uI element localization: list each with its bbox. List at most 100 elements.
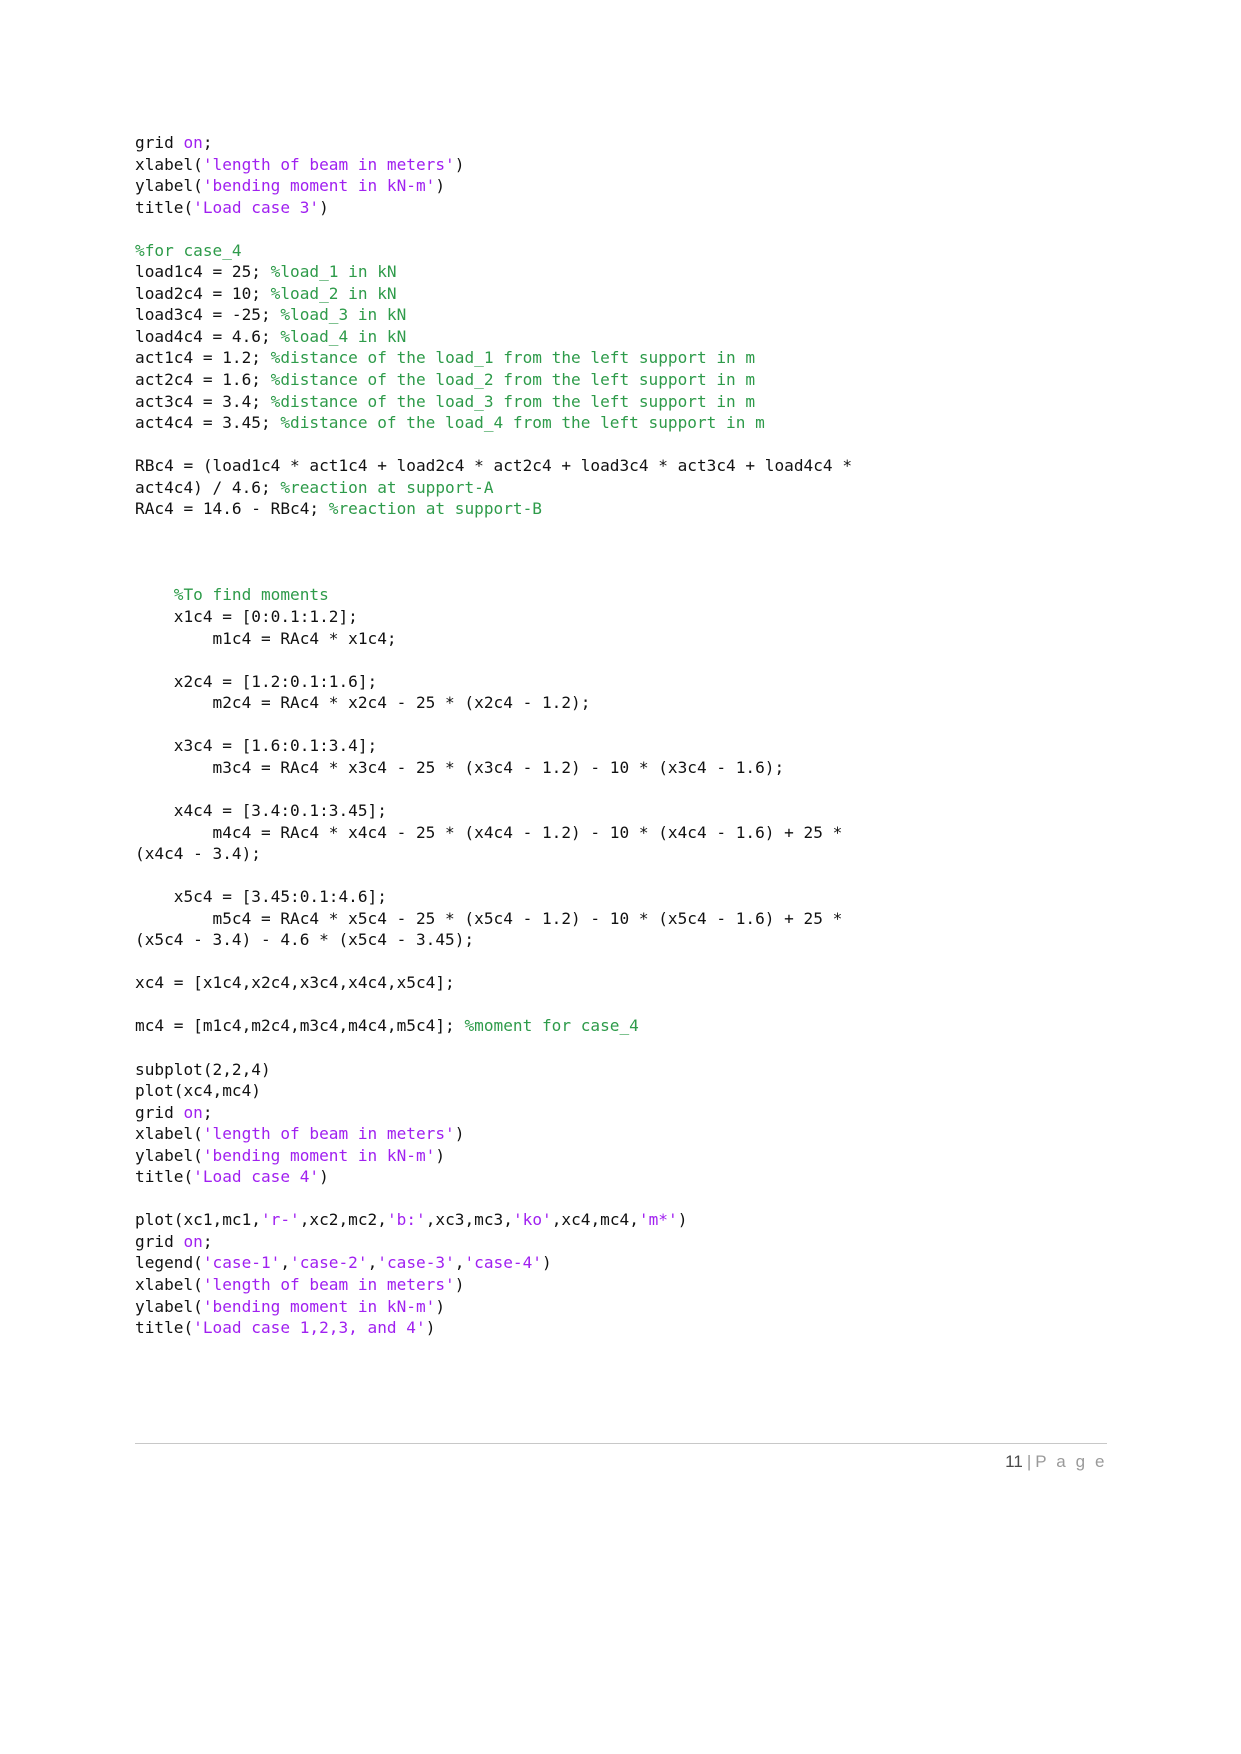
code-token-kw: on	[183, 1231, 203, 1251]
code-token-plain: x3c4 = [1.6:0.1:3.4];	[135, 736, 378, 756]
code-line: xlabel('length of beam in meters')	[135, 1274, 1115, 1296]
code-line: x2c4 = [1.2:0.1:1.6];	[135, 671, 1115, 693]
code-token-plain: title(	[135, 1318, 194, 1338]
code-line: m3c4 = RAc4 * x3c4 - 25 * (x3c4 - 1.2) -…	[135, 757, 1115, 779]
code-token-plain: legend(	[135, 1253, 203, 1273]
code-line: (x4c4 - 3.4);	[135, 843, 1115, 865]
code-token-cmt: %distance of the load_1 from the left su…	[270, 348, 756, 368]
code-token-plain: load4c4 = 4.6;	[135, 326, 281, 346]
code-token-cmt: %load_3 in kN	[280, 305, 407, 325]
code-token-plain: xc4 = [x1c4,x2c4,x3c4,x4c4,x5c4];	[135, 973, 455, 993]
code-token-plain: ,xc3,mc3,	[425, 1210, 513, 1230]
code-token-cmt: %distance of the load_2 from the left su…	[270, 370, 756, 390]
code-token-cmt: %reaction at support-B	[328, 499, 542, 519]
code-token-plain: act4c4 = 3.45;	[135, 413, 281, 433]
code-token-cmt: %load_1 in kN	[270, 262, 397, 282]
code-token-plain: )	[435, 176, 446, 196]
code-token-plain: xlabel(	[135, 154, 203, 174]
code-token-plain: load2c4 = 10;	[135, 283, 271, 303]
code-line: xc4 = [x1c4,x2c4,x3c4,x4c4,x5c4];	[135, 972, 1115, 994]
code-token-plain: plot(xc1,mc1,	[135, 1210, 261, 1230]
code-line: xlabel('length of beam in meters')	[135, 154, 1115, 176]
code-line: %for case_4	[135, 240, 1115, 262]
code-line: act2c4 = 1.6; %distance of the load_2 fr…	[135, 369, 1115, 391]
code-token-plain: )	[454, 1124, 465, 1144]
code-token-str: 'case-3'	[377, 1253, 455, 1273]
code-token-str: 'case-4'	[464, 1253, 542, 1273]
code-line: x1c4 = [0:0.1:1.2];	[135, 606, 1115, 628]
code-token-plain: )	[435, 1296, 446, 1316]
code-token-plain: x1c4 = [0:0.1:1.2];	[135, 607, 358, 627]
code-token-cmt: %To find moments	[135, 585, 329, 605]
code-token-str: 'length of beam in meters'	[202, 154, 455, 174]
code-token-str: 'case-2'	[290, 1253, 368, 1273]
document-page: grid on; xlabel('length of beam in meters…	[0, 0, 1241, 1754]
code-token-plain: ylabel(	[135, 1145, 203, 1165]
code-token-plain: x2c4 = [1.2:0.1:1.6];	[135, 671, 378, 691]
code-line: load2c4 = 10; %load_2 in kN	[135, 283, 1115, 305]
code-line: RAc4 = 14.6 - RBc4; %reaction at support…	[135, 498, 1115, 520]
code-token-plain: m3c4 = RAc4 * x3c4 - 25 * (x3c4 - 1.2) -…	[135, 757, 785, 777]
code-token-plain: )	[542, 1253, 552, 1273]
code-token-plain: )	[454, 1274, 465, 1294]
code-line: x4c4 = [3.4:0.1:3.45];	[135, 800, 1115, 822]
code-token-plain: )	[425, 1318, 436, 1338]
code-token-plain: )	[319, 197, 329, 217]
code-token-plain: act4c4) / 4.6;	[135, 477, 281, 497]
code-token-plain: load1c4 = 25;	[135, 262, 271, 282]
code-line: subplot(2,2,4)	[135, 1059, 1115, 1081]
code-token-plain: RAc4 = 14.6 - RBc4;	[135, 499, 329, 519]
code-token-plain: grid	[135, 133, 184, 152]
code-token-plain: ,xc4,mc4,	[551, 1210, 639, 1230]
code-line: ylabel('bending moment in kN-m')	[135, 1145, 1115, 1167]
code-line: plot(xc1,mc1,'r-',xc2,mc2,'b:',xc3,mc3,'…	[135, 1209, 1115, 1231]
code-token-str: 'Load case 4'	[193, 1167, 320, 1187]
code-token-cmt: %distance of the load_3 from the left su…	[270, 391, 756, 411]
code-line: x5c4 = [3.45:0.1:4.6];	[135, 886, 1115, 908]
code-line: m5c4 = RAc4 * x5c4 - 25 * (x5c4 - 1.2) -…	[135, 908, 1115, 930]
code-token-plain: subplot(2,2,4)	[135, 1059, 271, 1079]
code-token-plain: title(	[135, 197, 194, 217]
code-line: ylabel('bending moment in kN-m')	[135, 1296, 1115, 1318]
code-token-plain: act2c4 = 1.6;	[135, 370, 271, 390]
code-line: RBc4 = (load1c4 * act1c4 + load2c4 * act…	[135, 455, 1115, 477]
code-token-plain: act1c4 = 1.2;	[135, 348, 271, 368]
code-token-plain: )	[319, 1167, 329, 1187]
code-token-kw: on	[183, 133, 203, 152]
footer-page-label: P a g e	[1035, 1452, 1107, 1471]
code-line: load4c4 = 4.6; %load_4 in kN	[135, 326, 1115, 348]
code-token-str: 'length of beam in meters'	[202, 1124, 455, 1144]
code-line: title('Load case 1,2,3, and 4')	[135, 1317, 1115, 1339]
code-line: plot(xc4,mc4)	[135, 1080, 1115, 1102]
code-token-plain: )	[454, 154, 465, 174]
code-token-cmt: %load_4 in kN	[280, 326, 407, 346]
code-line: act1c4 = 1.2; %distance of the load_1 fr…	[135, 347, 1115, 369]
code-token-plain: xlabel(	[135, 1274, 203, 1294]
code-line: xlabel('length of beam in meters')	[135, 1123, 1115, 1145]
code-line: act3c4 = 3.4; %distance of the load_3 fr…	[135, 391, 1115, 413]
code-line: title('Load case 3')	[135, 197, 1115, 219]
code-line: grid on;	[135, 132, 1115, 154]
page-number: 11	[1005, 1452, 1023, 1471]
code-token-cmt: %for case_4	[135, 240, 242, 260]
code-token-plain: ;	[202, 1231, 213, 1251]
code-token-plain: )	[435, 1145, 446, 1165]
code-token-plain: title(	[135, 1167, 194, 1187]
code-token-plain: grid	[135, 1231, 184, 1251]
code-token-str: 'bending moment in kN-m'	[202, 176, 436, 196]
code-line: %To find moments	[135, 584, 1115, 606]
code-token-plain: (x4c4 - 3.4);	[135, 844, 261, 864]
code-token-str: 'Load case 1,2,3, and 4'	[193, 1318, 426, 1338]
code-token-plain: ;	[202, 133, 213, 152]
